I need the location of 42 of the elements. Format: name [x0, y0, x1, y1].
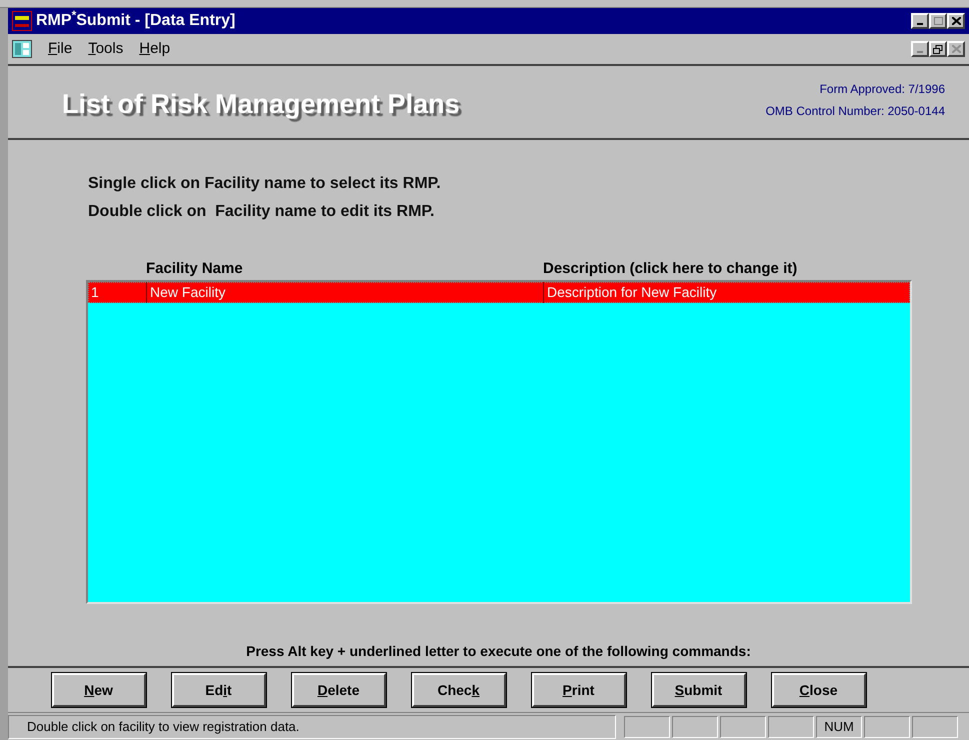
command-button[interactable]: Check	[412, 673, 506, 707]
close-icon	[952, 17, 960, 25]
restore-icon	[933, 44, 943, 54]
omb-number-text: OMB Control Number: 2050-0144	[766, 103, 945, 120]
column-header[interactable]: Description (click here to change it)	[543, 258, 798, 280]
list-row[interactable]: 1 New Facility Description for New Facility	[88, 282, 910, 303]
restore-button[interactable]	[929, 41, 947, 57]
document-icon[interactable]	[12, 40, 32, 58]
window-title: RMP$^{*}$Submit - [Data Entry]	[36, 9, 236, 31]
status-message: Double click on facility to view registration data.	[8, 714, 616, 738]
close-button[interactable]	[947, 13, 965, 29]
facility-name: New Facility	[147, 282, 544, 303]
minimize-button[interactable]	[911, 13, 929, 29]
shortcut-hint: Press Alt key + underlined letter to execute one of the following commands:	[246, 642, 751, 661]
instruction-text: Double click on Facility name to edit its RMP.	[88, 202, 436, 222]
command-button[interactable]: Close	[772, 673, 866, 707]
menu-item[interactable]: Tools	[88, 38, 124, 60]
close-button[interactable]	[947, 41, 965, 57]
menu-item[interactable]: Help	[139, 38, 170, 60]
facility-description: Description for New Facility	[546, 283, 717, 302]
command-button[interactable]: Delete	[292, 673, 386, 707]
status-panel	[864, 716, 910, 738]
status-panel	[624, 716, 670, 738]
close-icon	[952, 45, 960, 53]
num-lock-indicator: NUM	[816, 716, 862, 738]
command-button[interactable]: New	[52, 673, 146, 707]
instruction-text: Single click on Facility name to select its RMP.	[88, 174, 442, 194]
status-panel	[768, 716, 814, 738]
status-panel	[672, 716, 718, 738]
maximize-button[interactable]	[929, 13, 947, 29]
status-panel	[720, 716, 766, 738]
minimize-button[interactable]	[911, 41, 929, 57]
form-approved-text: Form Approved: 7/1996	[820, 81, 945, 98]
page-title: List of Risk Management Plans	[62, 88, 460, 121]
status-panel	[912, 716, 958, 738]
command-button[interactable]: Submit	[652, 673, 746, 707]
command-button[interactable]: Print	[532, 673, 626, 707]
row-number: 1	[89, 282, 147, 303]
app-logo-icon	[12, 11, 32, 31]
command-button[interactable]: Edit	[172, 673, 266, 707]
menu-item[interactable]: File	[48, 38, 72, 60]
column-header[interactable]: Facility Name	[146, 258, 543, 280]
